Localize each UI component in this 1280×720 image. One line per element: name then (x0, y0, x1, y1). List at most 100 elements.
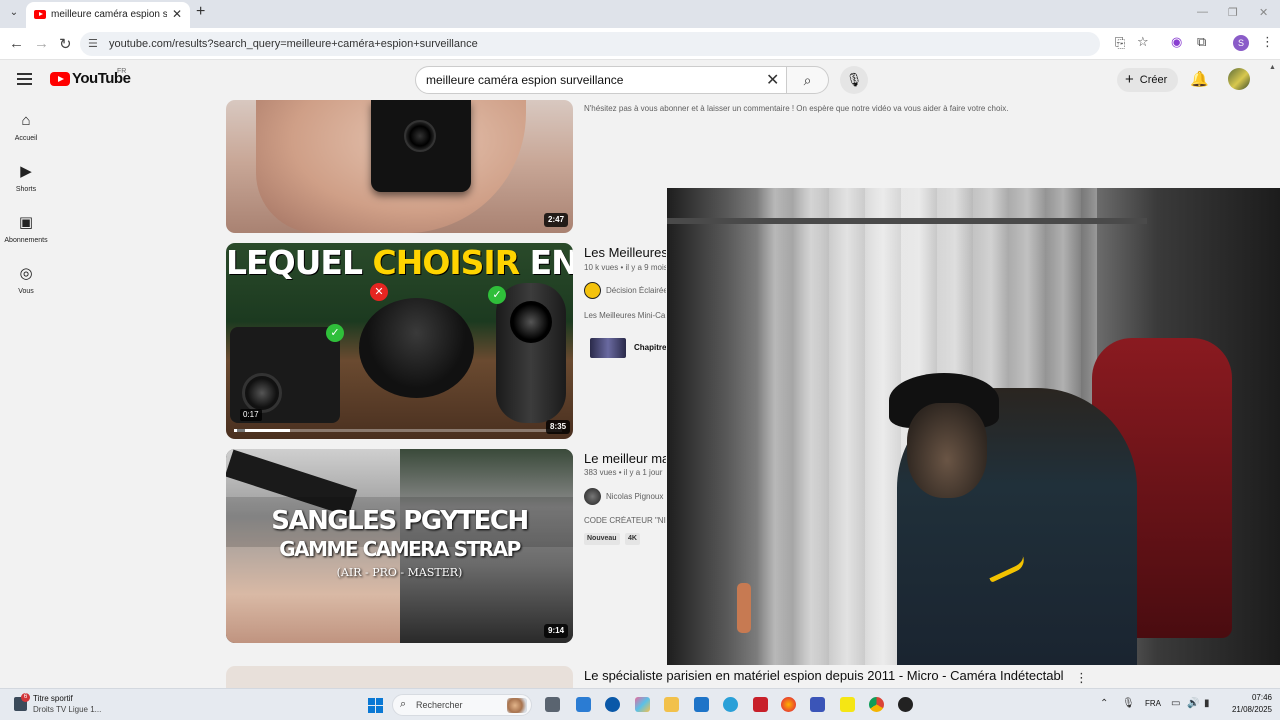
hamburger-menu-icon[interactable] (17, 73, 32, 85)
forward-icon[interactable]: → (34, 35, 49, 52)
chapters-label[interactable]: Chapitres (634, 343, 666, 352)
site-info-icon[interactable]: ☰ (88, 37, 98, 50)
sidebar-item-subscriptions[interactable]: ▣ Abonnements (0, 212, 52, 244)
channel-name[interactable]: Nicolas Pignoux (606, 492, 666, 501)
browser-tab[interactable]: meilleure caméra espion surveillance - Y… (26, 2, 190, 28)
battery-icon[interactable]: ▮ (1204, 698, 1210, 709)
address-bar[interactable]: ☰ youtube.com/results?search_query=meill… (80, 32, 1100, 56)
input-language[interactable]: FRA (1145, 699, 1161, 708)
headline-part: EN 2025? (529, 243, 573, 282)
current-time-label: 0:17 (240, 409, 262, 421)
new-tab-icon[interactable]: + (196, 3, 205, 21)
bookmark-star-icon[interactable]: ☆ (1137, 34, 1149, 50)
search-highlight-art (507, 698, 527, 713)
taskbar-search-label: Rechercher (416, 700, 463, 710)
hp-icon[interactable] (605, 697, 620, 712)
sidebar-item-label: Vous (18, 288, 34, 295)
chapter-thumbnail[interactable] (590, 338, 626, 358)
browser-profile-avatar[interactable]: S (1233, 35, 1249, 51)
mcafee-icon[interactable] (753, 697, 768, 712)
extension-color-icon[interactable]: ◉ (1171, 34, 1182, 50)
back-icon[interactable]: ← (9, 35, 24, 52)
widget-title[interactable]: Titre sportif (33, 694, 73, 703)
video-description: Les Meilleures Mini-Ca (584, 311, 666, 320)
sidebar-item-shorts[interactable]: ▶ Shorts (0, 161, 52, 193)
headline-part: LEQUEL (226, 243, 373, 282)
search-icon: ⌕ (400, 698, 407, 710)
network-icon[interactable]: ▭ (1171, 698, 1180, 709)
clock-date[interactable]: 21/08/2025 (1222, 705, 1272, 714)
watch-progress-start (237, 429, 245, 432)
channel-name[interactable]: Décision Éclairée (606, 286, 666, 295)
sidebar-item-you[interactable]: ◎ Vous (0, 263, 52, 295)
region-code: FR (117, 68, 127, 75)
search-input[interactable] (426, 73, 746, 87)
user-avatar[interactable] (1228, 68, 1250, 90)
teams-icon[interactable] (810, 697, 825, 712)
vscode-icon[interactable] (576, 697, 591, 712)
watch-progress-bar[interactable] (234, 429, 562, 432)
extensions-puzzle-icon[interactable]: ⧉ (1197, 34, 1206, 50)
widget-subtitle[interactable]: Droits TV Ligue 1... (33, 705, 101, 714)
volume-icon[interactable]: 🔊 (1187, 698, 1199, 709)
snapchat-icon[interactable] (840, 697, 855, 712)
url-text[interactable]: youtube.com/results?search_query=meilleu… (109, 38, 478, 50)
create-button[interactable]: + Créer (1117, 68, 1178, 92)
taskbar-search[interactable]: ⌕ Rechercher (392, 694, 532, 716)
clear-search-icon[interactable]: ✕ (766, 70, 779, 90)
home-icon: ⌂ (21, 112, 31, 129)
firefox-icon[interactable] (781, 697, 796, 712)
start-button-icon[interactable] (368, 698, 383, 713)
scrollbar-up-arrow-icon[interactable]: ▲ (1269, 64, 1276, 71)
channel-avatar[interactable] (584, 488, 601, 505)
task-view-icon[interactable] (545, 697, 560, 712)
edge-icon[interactable] (723, 697, 738, 712)
notifications-bell-icon[interactable]: 🔔 (1190, 70, 1209, 88)
tab-title: meilleure caméra espion surveillance - Y… (51, 9, 167, 20)
headline-highlight: CHOISIR (372, 243, 520, 282)
browser-menu-icon[interactable]: ⋮ (1261, 34, 1274, 50)
reload-icon[interactable]: ↻ (59, 35, 72, 53)
obs-icon[interactable] (898, 697, 913, 712)
youtube-logo-icon[interactable] (50, 72, 70, 86)
copilot-icon[interactable] (635, 697, 650, 712)
create-label: Créer (1139, 74, 1168, 86)
video-description: CODE CRÉATEUR "NIC (584, 516, 666, 525)
minimize-icon[interactable]: — (1197, 6, 1208, 18)
thumbnail-line-1: SANGLES PGYTECH (271, 506, 529, 536)
sidebar-item-home[interactable]: ⌂ Accueil (0, 110, 52, 142)
video-thumbnail[interactable]: LEQUEL CHOISIR EN 2025? ✓ ✕ ✓ 8:35 (226, 243, 573, 439)
cross-icon: ✕ (370, 283, 388, 301)
search-button[interactable]: ⌕ (787, 66, 829, 94)
video-title[interactable]: Le spécialiste parisien en matériel espi… (584, 668, 1064, 683)
video-title[interactable]: Le meilleur ma (584, 451, 666, 466)
video-meta: 383 vues • il y a 1 jour (584, 468, 663, 477)
search-box[interactable]: ✕ (415, 66, 787, 94)
chrome-icon[interactable] (869, 697, 884, 712)
webcam-overlay (667, 188, 1280, 665)
file-explorer-icon[interactable] (664, 697, 679, 712)
voice-search-mic-icon[interactable]: 🎙 (840, 66, 868, 94)
thumbnail-camera-tall (496, 283, 566, 423)
more-actions-icon[interactable]: ⋮ (1075, 670, 1088, 686)
check-icon: ✓ (326, 324, 344, 342)
video-title[interactable]: Les Meilleures (584, 245, 666, 260)
store-icon[interactable] (694, 697, 709, 712)
video-duration: 2:47 (544, 213, 569, 227)
video-thumbnail[interactable]: 2:47 (226, 100, 573, 233)
shorts-icon: ▶ (20, 163, 32, 180)
install-app-icon[interactable]: ⎘ (1115, 35, 1125, 51)
window-close-icon[interactable]: ✕ (1259, 6, 1268, 19)
microphone-tray-icon[interactable]: 🎙 (1122, 698, 1135, 709)
tab-list-dropdown-icon[interactable]: ⌄ (6, 5, 22, 21)
video-thumbnail[interactable] (226, 666, 573, 688)
channel-avatar[interactable] (584, 282, 601, 299)
video-thumbnail[interactable]: SANGLES PGYTECH GAMME CAMERA STRAP (AIR … (226, 449, 573, 643)
tab-close-icon[interactable]: ✕ (172, 7, 182, 21)
restore-icon[interactable]: ❐ (1228, 6, 1238, 19)
you-icon: ◎ (19, 265, 33, 282)
browser-toolbar: ← → ↻ ☰ youtube.com/results?search_query… (0, 28, 1280, 60)
thumbnail-headline: LEQUEL CHOISIR EN 2025? (226, 243, 573, 283)
tray-overflow-icon[interactable]: ⌃ (1100, 698, 1108, 709)
clock-time[interactable]: 07:46 (1232, 693, 1272, 702)
